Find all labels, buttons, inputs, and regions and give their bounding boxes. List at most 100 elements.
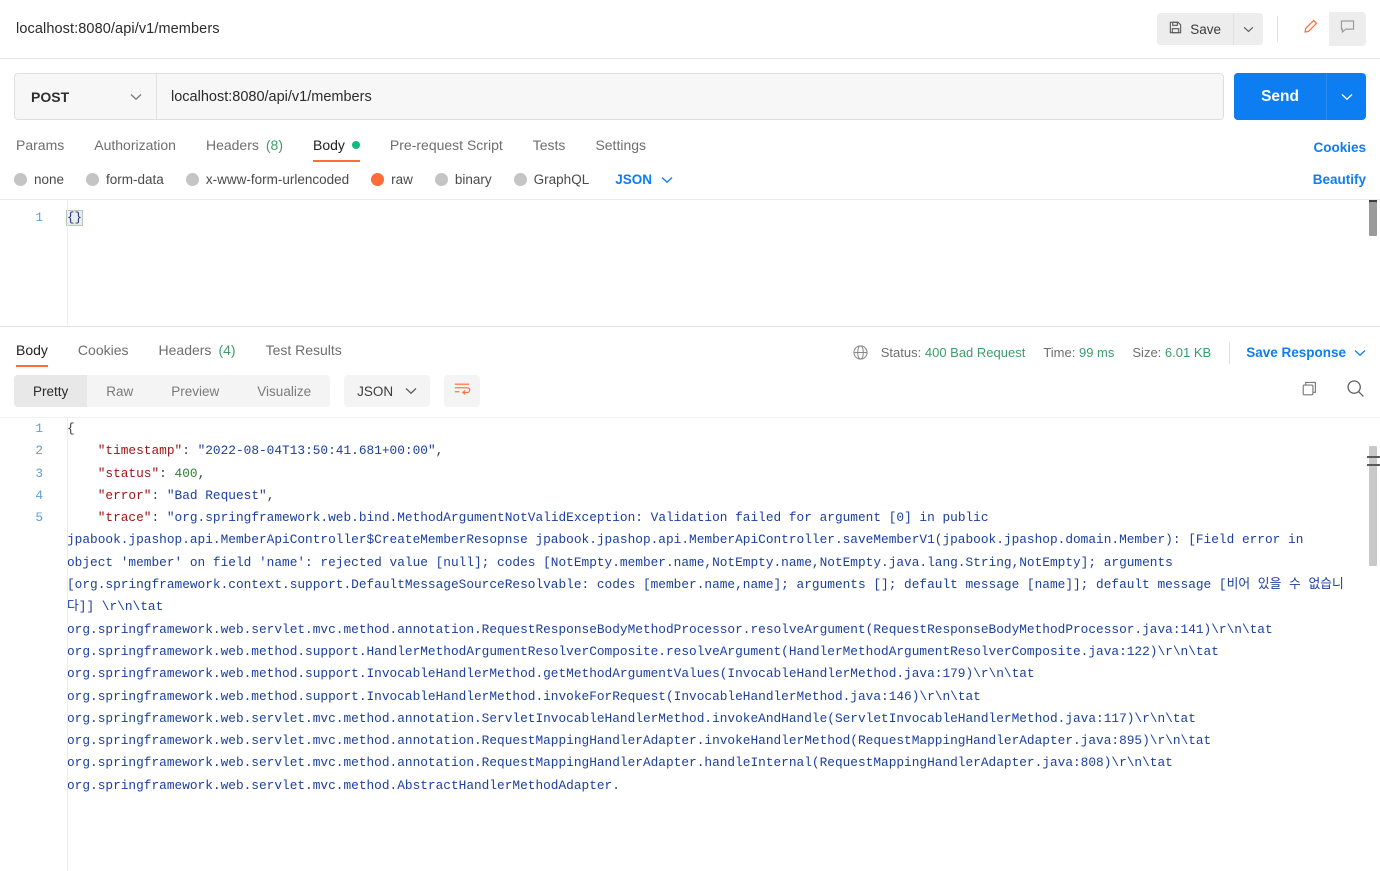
response-format-select[interactable]: JSON xyxy=(344,375,431,407)
request-tab-headers[interactable]: Headers (8) xyxy=(191,133,298,162)
body-type-raw[interactable]: raw xyxy=(371,172,413,187)
token: "Bad Request" xyxy=(166,487,267,503)
send-options-caret[interactable] xyxy=(1326,73,1366,120)
response-code-line: 4 "error": "Bad Request", xyxy=(0,485,1380,507)
tab-label: Headers xyxy=(205,137,259,153)
edit-mode-button[interactable] xyxy=(1292,12,1329,46)
response-toolbar: Pretty Raw Preview Visualize JSON xyxy=(0,367,1380,407)
url-bar: POST Send xyxy=(0,59,1380,120)
tab-label: Body xyxy=(16,342,48,358)
token: "org.springframework.web.bind.MethodArgu… xyxy=(67,510,1344,793)
response-view-raw[interactable]: Raw xyxy=(87,375,152,407)
save-button-group: Save xyxy=(1157,13,1263,45)
request-code-line: 1 {} xyxy=(0,200,1380,229)
word-wrap-toggle[interactable] xyxy=(444,375,481,407)
response-tabs: Body Cookies Headers (4) Test Results Statu… xyxy=(0,338,1380,367)
token: "2022-08-04T13:50:41.681+00:00" xyxy=(197,443,436,459)
line-content[interactable]: { xyxy=(55,418,1380,440)
response-view-pretty[interactable]: Pretty xyxy=(14,375,88,407)
status-text: Status: 400 Bad Request xyxy=(881,345,1026,360)
chevron-down-icon xyxy=(130,93,142,100)
response-tabs-list: Body Cookies Headers (4) Test Results xyxy=(14,338,357,367)
time-value: 99 ms xyxy=(1078,345,1115,360)
size-label: Size: xyxy=(1132,345,1162,360)
request-tab-settings[interactable]: Settings xyxy=(580,133,661,162)
response-tab-body[interactable]: Body xyxy=(14,338,63,367)
request-tab-params[interactable]: Params xyxy=(14,133,79,162)
request-editor-scrollbar[interactable] xyxy=(1368,200,1378,326)
token: 400 xyxy=(174,465,198,481)
scroll-marker-secondary xyxy=(1367,464,1380,466)
response-tab-cookies[interactable]: Cookies xyxy=(63,338,144,367)
body-type-binary[interactable]: binary xyxy=(434,172,492,187)
line-content[interactable]: {} xyxy=(55,207,84,229)
scroll-marker xyxy=(1367,456,1380,458)
word-wrap-icon xyxy=(453,381,471,401)
response-view-preview[interactable]: Preview xyxy=(152,375,238,407)
body-type-none[interactable]: none xyxy=(14,172,64,187)
search-icon[interactable] xyxy=(1345,378,1366,404)
line-content[interactable]: "status": 400, xyxy=(55,463,1380,485)
token: : xyxy=(182,443,198,459)
comments-button[interactable] xyxy=(1329,12,1366,46)
body-format-label: JSON xyxy=(615,172,652,187)
line-content[interactable]: "error": "Bad Request", xyxy=(55,485,1380,507)
size-value: 6.01 KB xyxy=(1164,345,1212,360)
size-text: Size: 6.01 KB xyxy=(1132,345,1211,360)
request-url-box: POST xyxy=(14,73,1225,120)
request-tab-authorization[interactable]: Authorization xyxy=(79,133,191,162)
request-tab-tests[interactable]: Tests xyxy=(518,133,581,162)
http-method-label: POST xyxy=(31,88,70,105)
token: : xyxy=(151,487,167,503)
tab-label: Test Results xyxy=(265,342,342,358)
chevron-down-icon xyxy=(1243,26,1254,32)
save-button[interactable]: Save xyxy=(1157,13,1233,45)
radio-label: form-data xyxy=(106,172,164,187)
response-code-line: 1{ xyxy=(0,418,1380,440)
request-tab-body[interactable]: Body xyxy=(298,133,375,162)
token: "trace" xyxy=(67,510,152,526)
body-format-select[interactable]: JSON xyxy=(615,172,673,187)
scrollbar-thumb[interactable] xyxy=(1369,202,1377,236)
globe-icon xyxy=(852,344,869,361)
response-body-viewer[interactable]: 1{2 "timestamp": "2022-08-04T13:50:41.68… xyxy=(0,417,1380,871)
pencil-icon xyxy=(1302,18,1319,40)
copy-icon[interactable] xyxy=(1300,379,1319,403)
request-tab-pre-request-script[interactable]: Pre-request Script xyxy=(375,133,518,162)
top-bar: localhost:8080/api/v1/members Save xyxy=(0,0,1380,59)
request-body-editor[interactable]: 1 {} xyxy=(0,199,1380,327)
body-type-graphql[interactable]: GraphQL xyxy=(513,172,589,187)
radio-icon xyxy=(86,173,100,186)
response-view-visualize[interactable]: Visualize xyxy=(238,375,330,407)
time-text: Time: 99 ms xyxy=(1043,345,1114,360)
beautify-link[interactable]: Beautify xyxy=(1313,172,1366,187)
radio-icon xyxy=(14,173,27,186)
status-value: 400 Bad Request xyxy=(924,345,1026,360)
line-content[interactable]: "trace": "org.springframework.web.bind.M… xyxy=(55,507,1380,797)
response-code-line: 2 "timestamp": "2022-08-04T13:50:41.681+… xyxy=(0,440,1380,462)
body-type-x-www-form-urlencoded[interactable]: x-www-form-urlencoded xyxy=(185,172,349,187)
line-content[interactable]: "timestamp": "2022-08-04T13:50:41.681+00… xyxy=(55,440,1380,462)
response-scrollbar[interactable] xyxy=(1368,418,1378,871)
http-method-select[interactable]: POST xyxy=(15,74,157,119)
token: , xyxy=(435,443,444,459)
cookies-link[interactable]: Cookies xyxy=(1313,140,1366,155)
toolbar-divider xyxy=(1277,16,1278,42)
response-tab-test-results[interactable]: Test Results xyxy=(251,338,357,367)
body-type-form-data[interactable]: form-data xyxy=(86,172,164,187)
radio-label: none xyxy=(34,172,65,187)
response-tab-headers[interactable]: Headers (4) xyxy=(144,338,251,367)
body-type-row: none form-data x-www-form-urlencoded raw bin… xyxy=(0,162,1380,187)
save-options-caret[interactable] xyxy=(1233,13,1263,45)
comment-icon xyxy=(1339,18,1356,40)
status-label: Status: xyxy=(880,345,922,360)
radio-icon xyxy=(185,173,199,186)
response-tool-icons xyxy=(1300,378,1366,404)
token: "status" xyxy=(67,465,160,481)
save-response-button[interactable]: Save Response xyxy=(1246,345,1366,360)
request-url-input[interactable] xyxy=(157,74,1224,119)
send-button[interactable]: Send xyxy=(1234,73,1326,120)
chevron-down-icon xyxy=(1354,349,1366,356)
save-button-label: Save xyxy=(1190,21,1221,37)
radio-icon xyxy=(513,173,527,186)
